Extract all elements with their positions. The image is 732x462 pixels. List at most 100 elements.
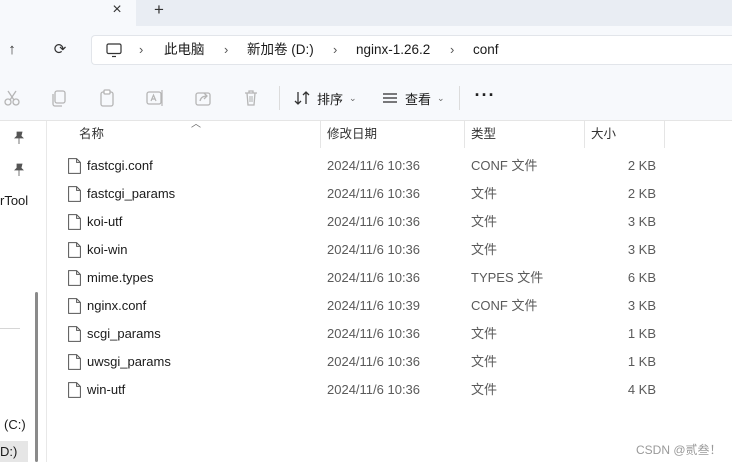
column-divider[interactable]: [664, 121, 665, 148]
new-tab-icon[interactable]: +: [150, 0, 168, 20]
file-date: 2024/11/6 10:36: [327, 242, 421, 257]
file-name: nginx.conf: [87, 298, 147, 313]
breadcrumb-nginx-folder[interactable]: nginx-1.26.2: [356, 42, 430, 58]
share-icon[interactable]: [193, 88, 213, 108]
file-icon: [68, 158, 81, 174]
paste-icon[interactable]: [97, 88, 117, 108]
file-date: 2024/11/6 10:36: [327, 270, 421, 285]
column-divider[interactable]: [464, 121, 465, 148]
sidebar-scrollbar[interactable]: [35, 292, 38, 462]
refresh-icon[interactable]: ⟳: [48, 38, 72, 62]
cut-icon[interactable]: [2, 88, 22, 108]
file-date: 2024/11/6 10:36: [327, 186, 421, 201]
file-size: 1 KB: [627, 354, 656, 369]
sidebar-item-label: D:): [0, 444, 18, 459]
file-icon: [68, 186, 81, 202]
command-bar: 排序 ⌄ 查看 ⌄ ···: [0, 74, 732, 121]
file-row[interactable]: win-utf 2024/11/6 10:36 文件 4 KB: [60, 376, 670, 404]
address-row: ↑ ⟳ › 此电脑 › 新加卷 (D:) › nginx-1.26.2 › co…: [0, 26, 732, 74]
column-header-size[interactable]: 大小: [591, 121, 616, 148]
pane-divider: [46, 121, 47, 462]
file-type: 文件: [471, 214, 498, 229]
file-row[interactable]: nginx.conf 2024/11/6 10:39 CONF 文件 3 KB: [60, 292, 670, 320]
sort-icon: [294, 91, 310, 105]
file-name: win-utf: [87, 382, 126, 397]
file-icon: [68, 270, 81, 286]
column-header-type[interactable]: 类型: [471, 121, 496, 148]
file-date: 2024/11/6 10:36: [327, 214, 421, 229]
more-options-icon[interactable]: ···: [474, 86, 496, 108]
file-icon: [68, 354, 81, 370]
file-size: 3 KB: [627, 298, 656, 313]
breadcrumb-separator: ›: [450, 42, 455, 57]
sidebar-divider: [0, 328, 20, 329]
file-row[interactable]: mime.types 2024/11/6 10:36 TYPES 文件 6 KB: [60, 264, 670, 292]
pin-icon[interactable]: [12, 163, 26, 177]
active-tab[interactable]: ×: [0, 0, 136, 26]
file-row[interactable]: uwsgi_params 2024/11/6 10:36 文件 1 KB: [60, 348, 670, 376]
file-icon: [68, 326, 81, 342]
sidebar-item-drive-d[interactable]: D:): [0, 441, 28, 462]
up-arrow-icon[interactable]: ↑: [0, 38, 24, 62]
file-date: 2024/11/6 10:36: [327, 354, 421, 369]
file-name: uwsgi_params: [87, 354, 171, 369]
view-button[interactable]: 查看 ⌄: [381, 86, 445, 110]
sort-button[interactable]: 排序 ⌄: [293, 86, 357, 110]
file-icon: [68, 298, 81, 314]
breadcrumb-separator: ›: [224, 42, 229, 57]
sidebar-item-drive-c[interactable]: (C:): [4, 417, 26, 432]
rename-icon[interactable]: [145, 88, 165, 108]
file-size: 2 KB: [627, 186, 656, 201]
breadcrumb-drive-d[interactable]: 新加卷 (D:): [247, 42, 314, 58]
pin-icon[interactable]: [12, 131, 26, 145]
column-divider[interactable]: [320, 121, 321, 148]
breadcrumb-separator: ›: [139, 42, 144, 57]
copy-icon[interactable]: [49, 88, 69, 108]
toolbar-divider: [279, 86, 280, 110]
file-date: 2024/11/6 10:36: [327, 326, 421, 341]
file-name: fastcgi_params: [87, 186, 176, 201]
chevron-down-icon: ⌄: [437, 92, 445, 103]
breadcrumb-separator: ›: [333, 42, 338, 57]
file-size: 3 KB: [627, 214, 656, 229]
file-icon: [68, 214, 81, 230]
file-row[interactable]: scgi_params 2024/11/6 10:36 文件 1 KB: [60, 320, 670, 348]
chevron-down-icon: ⌄: [349, 92, 357, 103]
view-list-icon: [383, 93, 397, 103]
breadcrumb-conf-folder[interactable]: conf: [473, 42, 499, 58]
file-row[interactable]: koi-win 2024/11/6 10:36 文件 3 KB: [60, 236, 670, 264]
address-bar[interactable]: › 此电脑 › 新加卷 (D:) › nginx-1.26.2 › conf: [91, 35, 732, 65]
file-type: CONF 文件: [471, 158, 538, 173]
watermark: CSDN @贰叁！: [636, 443, 722, 457]
close-tab-icon[interactable]: ×: [108, 1, 126, 19]
column-header-date[interactable]: 修改日期: [327, 121, 377, 148]
file-row[interactable]: fastcgi.conf 2024/11/6 10:36 CONF 文件 2 K…: [60, 152, 670, 180]
column-divider[interactable]: [584, 121, 585, 148]
file-size: 2 KB: [627, 158, 656, 173]
file-size: 6 KB: [627, 270, 656, 285]
file-icon: [68, 382, 81, 398]
file-date: 2024/11/6 10:36: [327, 382, 421, 397]
file-type: 文件: [471, 326, 498, 341]
file-date: 2024/11/6 10:36: [327, 158, 421, 173]
column-header-name[interactable]: 名称: [79, 121, 104, 148]
sort-ascending-icon: ︿: [191, 119, 201, 130]
file-size: 3 KB: [627, 242, 656, 257]
file-row[interactable]: koi-utf 2024/11/6 10:36 文件 3 KB: [60, 208, 670, 236]
computer-icon: [106, 43, 122, 58]
file-type: 文件: [471, 354, 498, 369]
file-date: 2024/11/6 10:39: [327, 298, 421, 313]
file-type: 文件: [471, 186, 498, 201]
file-type: CONF 文件: [471, 298, 538, 313]
file-name: scgi_params: [87, 326, 161, 341]
sidebar-item-tool[interactable]: rTool: [0, 193, 28, 208]
delete-icon[interactable]: [241, 88, 261, 108]
navigation-pane: rTool (C:) D:): [0, 121, 44, 462]
tab-strip: × +: [0, 0, 732, 26]
breadcrumb-this-pc[interactable]: 此电脑: [164, 42, 205, 58]
file-row[interactable]: fastcgi_params 2024/11/6 10:36 文件 2 KB: [60, 180, 670, 208]
file-name: fastcgi.conf: [87, 158, 153, 173]
file-type: TYPES 文件: [471, 270, 544, 285]
file-name: koi-win: [87, 242, 128, 257]
file-type: 文件: [471, 382, 498, 397]
